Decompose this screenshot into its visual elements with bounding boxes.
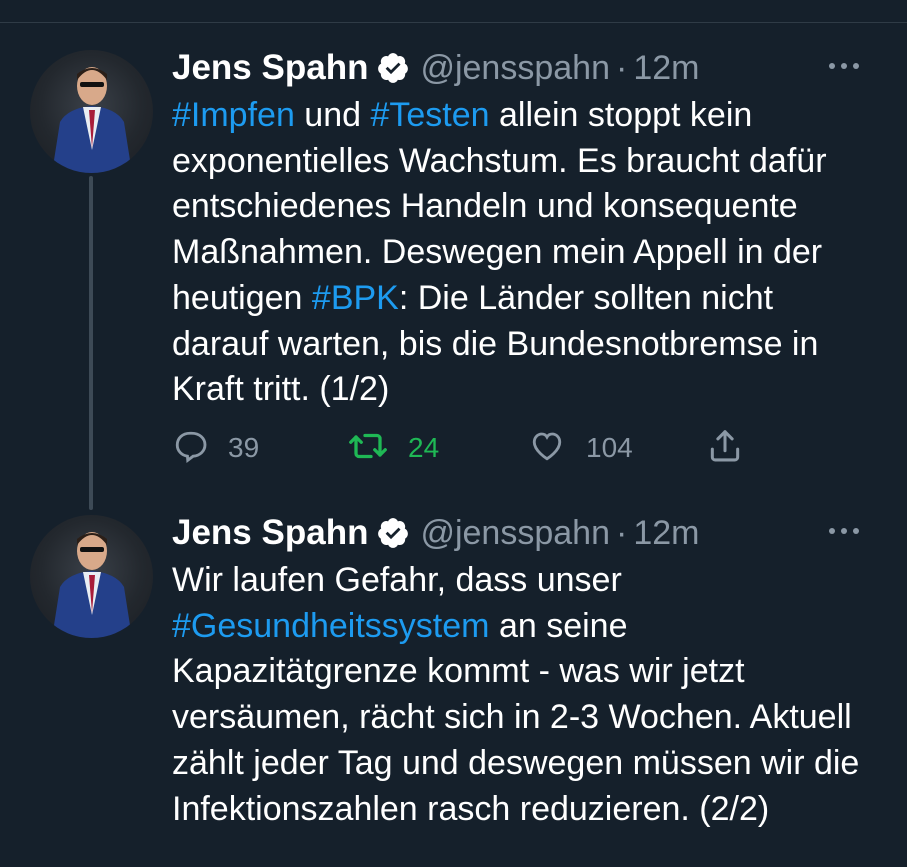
verified-badge-icon (376, 51, 410, 85)
timestamp[interactable]: 12m (633, 49, 699, 88)
tweet-text: Wir laufen Gefahr, dass unser #Gesundhei… (172, 558, 872, 832)
more-icon[interactable] (824, 56, 864, 76)
author-handle[interactable]: @jensspahn (420, 514, 610, 553)
reply-button[interactable]: 39 (172, 426, 259, 470)
tweet-text-segment[interactable]: #Testen (370, 96, 489, 134)
author-name[interactable]: Jens Spahn (172, 48, 368, 88)
tweet-actions: 39 24 104 (172, 426, 772, 470)
tweet-header: Jens Spahn @jensspahn · 12m (172, 513, 699, 553)
retweet-icon (348, 428, 388, 469)
reply-count: 39 (228, 432, 260, 463)
tweet-text-segment[interactable]: #Gesundheitssystem (172, 607, 490, 645)
tweet-text-segment: und (294, 96, 371, 134)
separator-dot: · (615, 513, 628, 552)
share-button[interactable] (706, 426, 744, 470)
share-icon (706, 427, 744, 470)
author-handle[interactable]: @jensspahn (420, 49, 610, 88)
retweet-count: 24 (408, 432, 440, 463)
separator-dot: · (615, 48, 628, 87)
more-icon[interactable] (824, 521, 864, 541)
retweet-button[interactable]: 24 (348, 426, 439, 470)
avatar[interactable] (30, 515, 153, 638)
tweet-text-segment: Wir laufen Gefahr, dass unser (172, 561, 622, 599)
like-count: 104 (586, 432, 633, 463)
tweet-text-segment[interactable]: #Impfen (172, 96, 295, 134)
reply-icon (172, 428, 208, 469)
tweet-text-segment[interactable]: #BPK (312, 279, 399, 317)
tweet-text: #Impfen und #Testen allein stoppt kein e… (172, 93, 872, 413)
verified-badge-icon (376, 516, 410, 550)
like-button[interactable]: 104 (528, 426, 633, 470)
author-name[interactable]: Jens Spahn (172, 513, 368, 553)
thread-connector (89, 176, 93, 510)
timestamp[interactable]: 12m (633, 514, 699, 553)
like-icon (528, 428, 566, 469)
avatar[interactable] (30, 50, 153, 173)
tweet-header: Jens Spahn @jensspahn · 12m (172, 48, 699, 88)
top-divider (0, 22, 907, 23)
